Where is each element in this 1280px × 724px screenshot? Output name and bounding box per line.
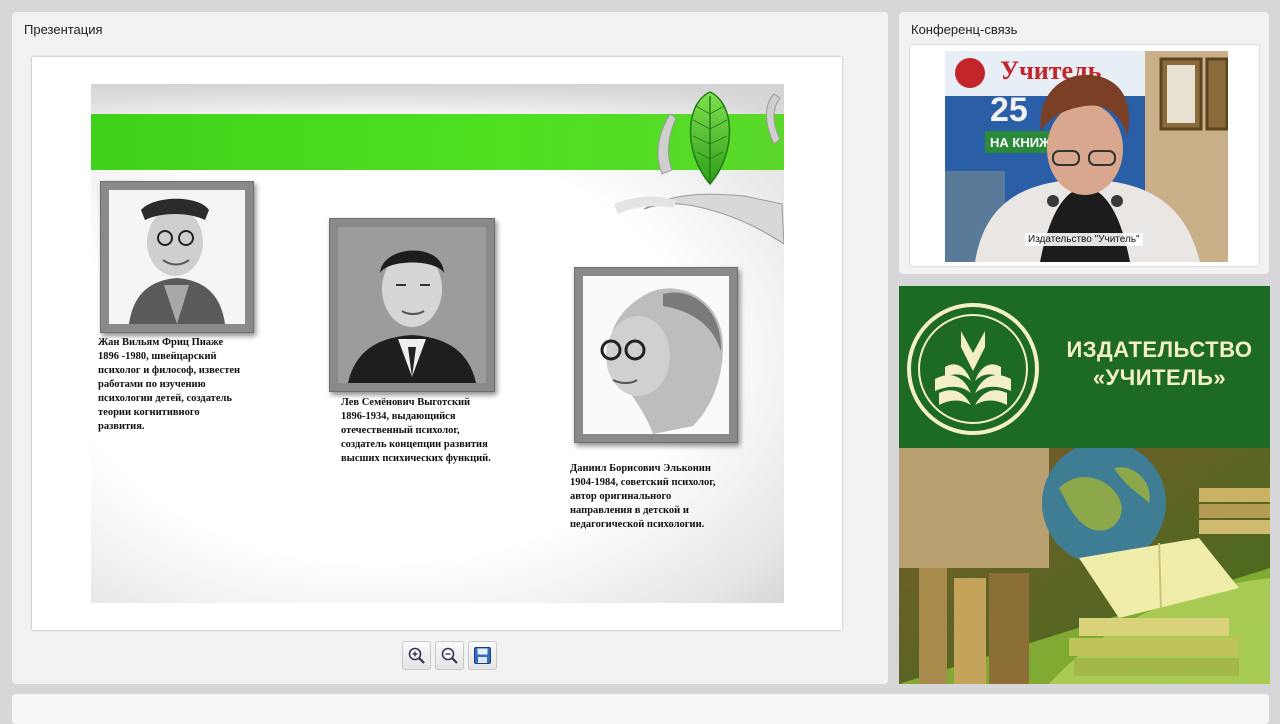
portrait-photo-piaget	[109, 190, 245, 324]
publisher-logo-icon	[907, 303, 1039, 435]
conference-panel: Конференц-связь Учитель 25 НА КНИЖ Издат…	[899, 12, 1269, 274]
backdrop-subtitle-text: НА КНИЖ	[990, 135, 1051, 150]
publisher-header: ИЗДАТЕЛЬСТВО «УЧИТЕЛЬ»	[899, 286, 1270, 448]
portrait-piaget	[100, 181, 254, 333]
publisher-name-line1: ИЗДАТЕЛЬСТВО	[1066, 337, 1253, 362]
publisher-name: ИЗДАТЕЛЬСТВО «УЧИТЕЛЬ»	[1057, 336, 1262, 392]
backdrop-number-text: 25	[990, 91, 1028, 129]
publisher-books-globe-image	[899, 448, 1270, 684]
save-button[interactable]	[468, 641, 497, 670]
zoom-in-icon	[408, 647, 425, 664]
zoom-out-button[interactable]	[435, 641, 464, 670]
portrait-photo-elkonin	[583, 276, 729, 434]
slide-viewport[interactable]: Жан Вильям Фриц Пиаже 1896 -1980, швейца…	[32, 57, 842, 630]
caption-elkonin: Даниил Борисович Эльконин 1904-1984, сов…	[570, 463, 716, 530]
publisher-name-line2: «УЧИТЕЛЬ»	[1092, 365, 1227, 390]
portrait-photo-vygotsky	[338, 227, 486, 383]
publisher-banner: ИЗДАТЕЛЬСТВО «УЧИТЕЛЬ»	[899, 286, 1270, 684]
portrait-vygotsky	[329, 218, 495, 392]
video-container[interactable]: Учитель 25 НА КНИЖ Издательство "Учитель…	[909, 44, 1260, 267]
leaf-in-hands-illustration	[614, 91, 784, 245]
presentation-panel: Презентация Жан Вильям Фриц Пиаже 1896 -…	[12, 12, 888, 684]
slide: Жан Вильям Фриц Пиаже 1896 -1980, швейца…	[91, 84, 784, 603]
presentation-panel-title: Презентация	[24, 22, 103, 37]
zoom-out-icon	[441, 647, 458, 664]
video-frame: Учитель 25 НА КНИЖ	[945, 51, 1228, 262]
zoom-in-button[interactable]	[402, 641, 431, 670]
conference-panel-title: Конференц-связь	[911, 22, 1018, 37]
floppy-disk-icon	[474, 647, 491, 664]
caption-piaget: Жан Вильям Фриц Пиаже 1896 -1980, швейца…	[98, 337, 241, 432]
video-participant-label: Издательство "Учитель"	[1025, 233, 1143, 246]
video-feed[interactable]: Учитель 25 НА КНИЖ	[945, 51, 1228, 262]
caption-vygotsky: Лев Семёнович Выготский 1896-1934, выдаю…	[341, 397, 491, 464]
portrait-elkonin	[574, 267, 738, 443]
